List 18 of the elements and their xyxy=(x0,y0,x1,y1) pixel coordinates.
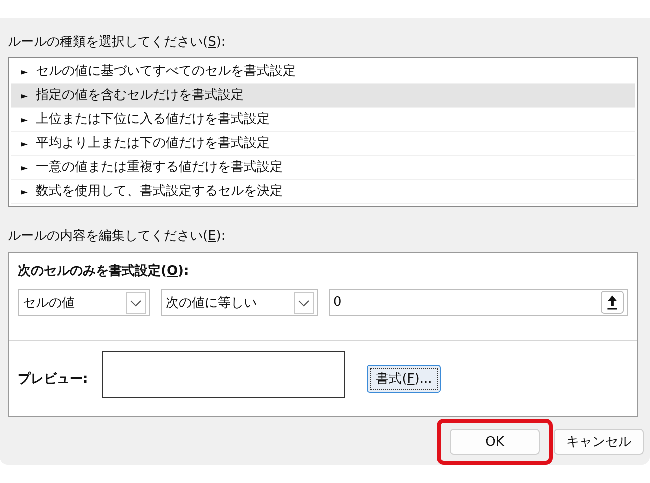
edit-rule-label: ルールの内容を編集してください(E): xyxy=(8,228,226,246)
chevron-down-icon xyxy=(126,292,146,314)
chevron-down-icon xyxy=(294,292,314,314)
rule-type-item[interactable]: ► 指定の値を含むセルだけを書式設定 xyxy=(11,84,635,108)
rule-type-item[interactable]: ► 上位または下位に入る値だけを書式設定 xyxy=(11,108,635,132)
condition-label: 次のセルのみを書式設定(O): xyxy=(18,263,190,281)
operator-dropdown[interactable]: 次の値に等しい xyxy=(160,289,318,316)
collapse-dialog-icon[interactable] xyxy=(601,291,624,314)
dialog-button[interactable]: キャンセル xyxy=(554,429,644,455)
rule-type-item[interactable]: ► 平均より上または下の値だけを書式設定 xyxy=(11,132,635,156)
cell-value-dropdown[interactable]: セルの値 xyxy=(18,289,150,316)
dialog-button[interactable]: OK xyxy=(450,429,540,455)
format-button[interactable]: 書式(F)... xyxy=(367,364,442,392)
preview-label: プレビュー: xyxy=(18,370,88,388)
rule-type-item[interactable]: ► 一意の値または重複する値だけを書式設定 xyxy=(11,156,635,180)
rule-type-label: ルールの種類を選択してください(S): xyxy=(8,34,226,52)
rule-type-item[interactable]: ► 数式を使用して、書式設定するセルを決定 xyxy=(11,180,635,204)
value-input-field[interactable]: 0 xyxy=(328,289,628,316)
